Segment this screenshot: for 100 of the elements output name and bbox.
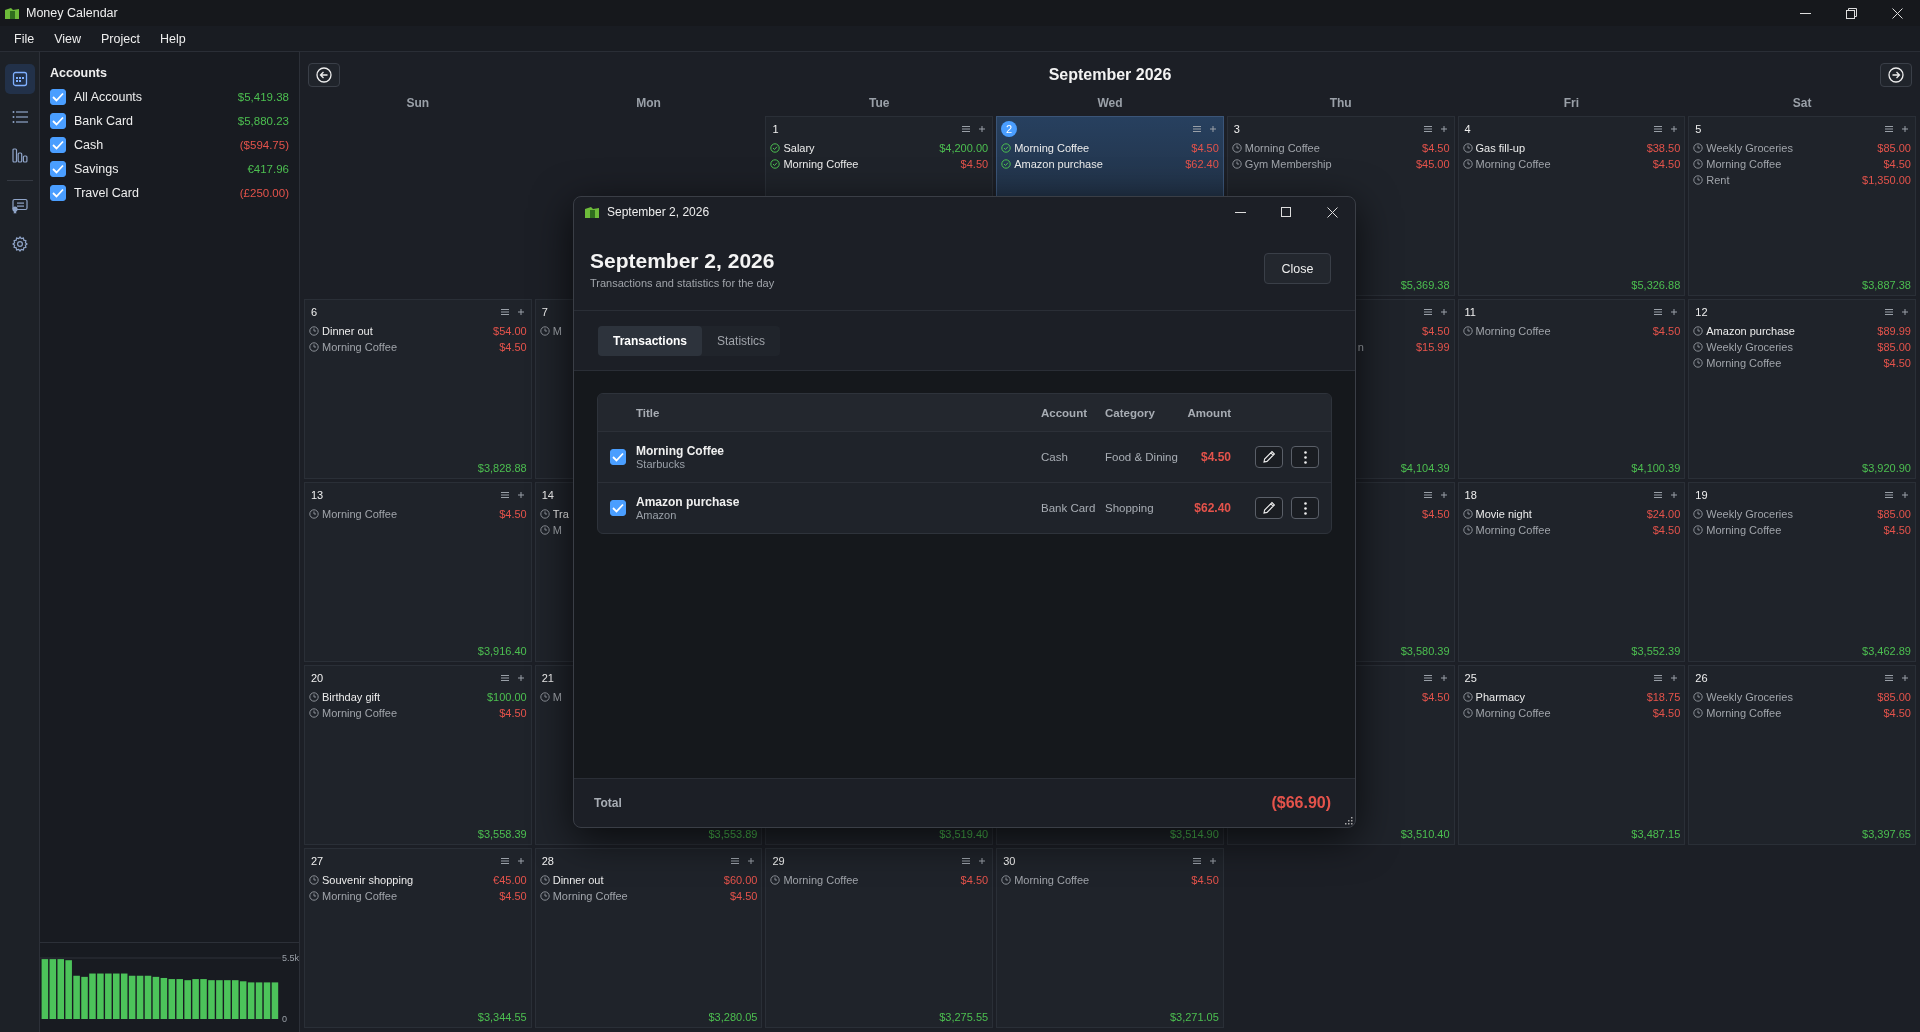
transaction-amount: $45.00 [1415, 158, 1450, 170]
transaction-title: Morning Coffee [1475, 524, 1551, 536]
transaction-title: Morning Coffee [322, 707, 397, 719]
dialog-subtitle: Transactions and statistics for the day [590, 276, 775, 289]
day-number: 4 [1463, 123, 1471, 135]
axis-label: 0 [282, 1014, 287, 1024]
amount-cell: $4.50 [1200, 450, 1231, 464]
transaction-amount: $1,350.00 [1862, 174, 1911, 186]
account-balance: ($594.75) [239, 139, 289, 151]
day-number: 7 [540, 306, 548, 318]
account-balance: €417.96 [247, 163, 289, 175]
transaction-amount: $4.50 [1652, 524, 1681, 536]
transaction-title: Amazon purchase [1706, 325, 1795, 337]
weekday-label: Tue [869, 96, 890, 110]
account-name: All Accounts [74, 90, 143, 104]
account-balance: (£250.00) [239, 187, 289, 199]
transaction-title: Salary [783, 142, 815, 154]
transaction-title: Rent [1706, 174, 1730, 186]
day-number: 18 [1463, 489, 1477, 501]
transaction-title: Amazon purchase [636, 495, 741, 509]
day-number: 21 [540, 672, 554, 684]
month-title: September 2026 [1048, 66, 1172, 84]
transaction-amount: $85.00 [1877, 691, 1911, 703]
transaction-title: Souvenir shopping [322, 874, 414, 886]
dialog-heading: September 2, 2026 [590, 248, 775, 273]
column-header: Category [1105, 406, 1155, 419]
day-balance: $3,462.89 [1862, 645, 1911, 657]
transaction-title: Tra [552, 508, 569, 520]
day-balance: $4,104.39 [1400, 462, 1450, 474]
transaction-amount: $100.00 [486, 691, 527, 703]
transaction-amount: $4.50 [1422, 142, 1450, 154]
transaction-amount: $4.50 [960, 874, 989, 886]
account-name: Cash [74, 138, 104, 152]
transaction-amount: $4.50 [1883, 357, 1911, 369]
transaction-amount: $4.50 [1191, 874, 1219, 886]
transaction-title: Morning Coffee [783, 158, 859, 170]
transaction-title: Gas fill-up [1475, 142, 1526, 154]
day-number: 5 [1694, 123, 1702, 135]
transaction-amount: $4.50 [729, 890, 758, 902]
transaction-amount: $4.50 [499, 890, 527, 902]
transaction-title: Gym Membership [1244, 158, 1332, 170]
day-number: 3 [1232, 123, 1240, 135]
day-balance: $3,558.39 [477, 828, 527, 840]
day-number: 12 [1694, 306, 1708, 318]
column-header: Account [1041, 406, 1087, 419]
transaction-amount: $4.50 [1652, 158, 1681, 170]
transaction-title: Morning Coffee [1475, 158, 1551, 170]
transaction-amount: $85.00 [1877, 142, 1911, 154]
transaction-amount: $4.50 [1422, 325, 1450, 337]
transaction-amount: $4.50 [499, 508, 527, 520]
transaction-amount: $4.50 [1883, 707, 1911, 719]
transaction-amount: $60.00 [723, 874, 758, 886]
transaction-amount: $85.00 [1877, 341, 1911, 353]
total-label: Total [594, 796, 622, 810]
transaction-amount: $4.50 [1191, 142, 1219, 154]
day-balance: $3,280.05 [708, 1011, 758, 1023]
column-header: Amount [1187, 406, 1231, 419]
transaction-title: Weekly Groceries [1706, 508, 1793, 520]
transaction-title: n [1357, 341, 1364, 353]
payee-label: Amazon [636, 509, 678, 521]
transaction-amount: $4,200.00 [939, 142, 989, 154]
day-number: 1 [771, 123, 779, 135]
day-balance: $3,519.40 [939, 828, 989, 840]
transaction-title: Morning Coffee [1244, 142, 1320, 154]
transaction-amount: $4.50 [1422, 508, 1450, 520]
transaction-title: Morning Coffee [322, 341, 397, 353]
transaction-amount: $4.50 [1422, 691, 1450, 703]
transaction-title: Morning Coffee [783, 874, 859, 886]
transaction-amount: $15.99 [1415, 341, 1450, 353]
day-balance: $3,275.55 [939, 1011, 989, 1023]
day-number: 19 [1694, 489, 1708, 501]
day-number: 6 [310, 306, 318, 318]
axis-label: 5.5k [282, 953, 299, 963]
day-balance: $5,326.88 [1631, 279, 1681, 291]
transaction-amount: $4.50 [1652, 325, 1681, 337]
transaction-amount: $4.50 [499, 707, 527, 719]
account-name: Travel Card [74, 186, 139, 200]
day-balance: $3,553.89 [708, 828, 758, 840]
transaction-amount: $18.75 [1646, 691, 1681, 703]
amount-cell: $62.40 [1194, 501, 1231, 515]
day-number: 14 [540, 489, 554, 501]
transaction-title: M [552, 524, 562, 536]
weekday-label: Fri [1563, 96, 1580, 110]
transaction-amount: $62.40 [1185, 158, 1219, 170]
transaction-amount: $4.50 [499, 341, 527, 353]
payee-label: Starbucks [636, 458, 686, 470]
transaction-title: Movie night [1475, 508, 1532, 520]
weekday-label: Sun [406, 96, 430, 110]
transaction-title: Weekly Groceries [1706, 142, 1793, 154]
account-name: Bank Card [74, 114, 134, 128]
weekday-label: Thu [1329, 96, 1352, 110]
day-number: 28 [540, 855, 554, 867]
transaction-title: Morning Coffee [1014, 142, 1090, 154]
day-balance: $3,828.88 [477, 462, 527, 474]
transaction-amount: $4.50 [1883, 158, 1911, 170]
day-balance: $3,397.65 [1862, 828, 1911, 840]
weekday-label: Mon [636, 96, 661, 110]
day-number: 11 [1463, 306, 1476, 318]
transaction-amount: $85.00 [1877, 508, 1911, 520]
transaction-title: Morning Coffee [1706, 707, 1782, 719]
